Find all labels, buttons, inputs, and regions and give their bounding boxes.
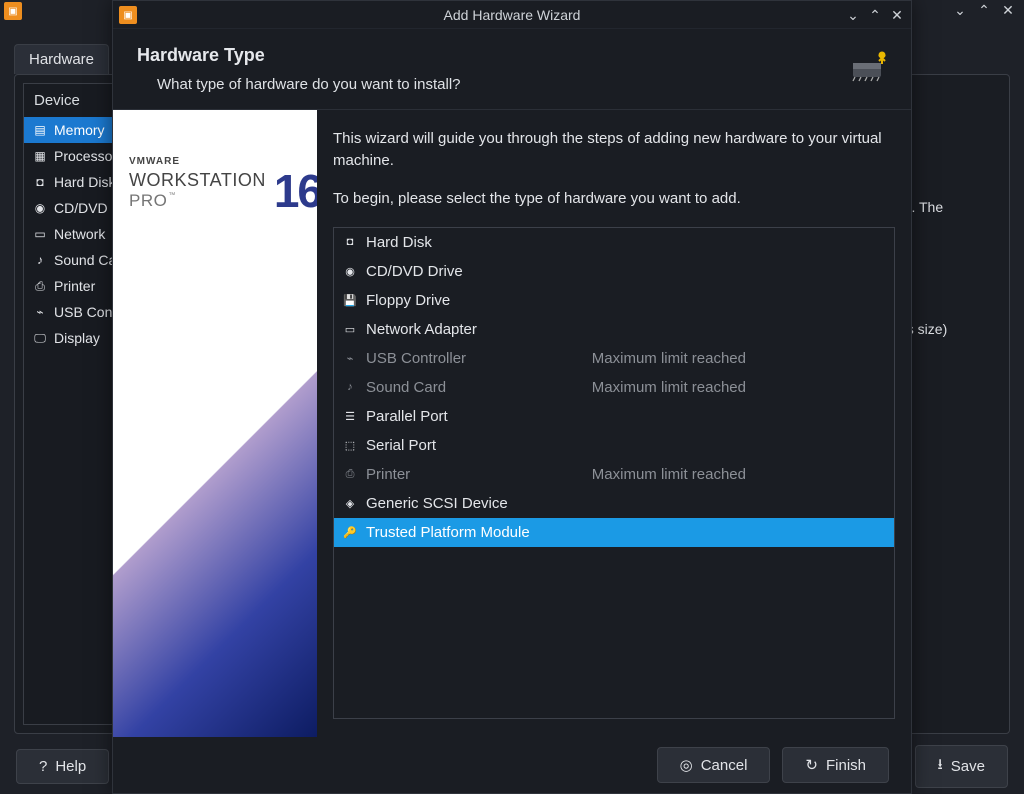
hardware-type-label: Trusted Platform Module [366,524,530,541]
brand-vmware: VMWARE [129,156,180,167]
help-icon: ? [39,758,47,775]
intro-text: To begin, please select the type of hard… [333,188,895,210]
hardware-type-trusted-platform-module[interactable]: 🔑 Trusted Platform Module [334,518,894,547]
hardware-type-cd-dvd-drive[interactable]: ◉ CD/DVD Drive [334,257,894,286]
memory-icon: ▤ [32,122,48,138]
close-icon[interactable]: ✕ [887,5,907,25]
hardware-type-label: Sound Card [366,379,446,396]
hardware-type-hard-disk[interactable]: ◘ Hard Disk [334,228,894,257]
hardware-type-label: Parallel Port [366,408,448,425]
brand-workstation: WORKSTATION [129,170,266,191]
usb-icon: ⌁ [342,350,358,366]
add-hardware-wizard-dialog: ▣ Add Hardware Wizard ⌄ ⌃ ✕ Hardware Typ… [112,0,912,794]
hardware-type-note: Maximum limit reached [592,466,886,483]
refresh-icon: ↻ [805,756,818,774]
hardware-type-note: Maximum limit reached [592,379,886,396]
wizard-main: This wizard will guide you through the s… [317,110,911,737]
hardware-type-parallel-port[interactable]: ☰ Parallel Port [334,402,894,431]
wizard-body: VMWARE WORKSTATION PRO 16 This wizard wi… [113,109,911,737]
button-label: Finish [826,757,866,774]
sidebar-item-label: CD/DVD [54,200,108,216]
maximize-icon[interactable]: ⌃ [865,5,885,25]
printer-icon: ⎙ [32,278,48,294]
button-label: Help [55,758,86,775]
hardware-type-label: Hard Disk [366,234,432,251]
hardware-type-label: Serial Port [366,437,436,454]
minimize-icon[interactable]: ⌄ [950,0,970,20]
usb-icon: ⌁ [32,304,48,320]
close-icon[interactable]: ✕ [998,0,1018,20]
button-label: Cancel [701,757,748,774]
hardware-type-label: Printer [366,466,410,483]
sidebar-item-label: Memory [54,122,105,138]
sidebar-item-label: Processor [54,148,117,164]
help-button[interactable]: ? Help [16,749,109,784]
minimize-icon[interactable]: ⌄ [843,5,863,25]
wizard-titlebar: ▣ Add Hardware Wizard ⌄ ⌃ ✕ [113,1,911,29]
serial-icon: ⬚ [342,437,358,453]
intro-text: This wizard will guide you through the s… [333,128,895,172]
cd-dvd-icon: ◉ [32,200,48,216]
wizard-button-row: ◎ Cancel ↻ Finish [113,737,911,793]
sound-icon: ♪ [342,379,358,395]
floppy-icon: 💾 [342,292,358,308]
sidebar-item-label: Network [54,226,105,242]
button-label: Save [951,758,985,775]
hardware-type-list[interactable]: ◘ Hard Disk ◉ CD/DVD Drive 💾 Floppy Drive ▭ Net… [333,227,895,719]
wizard-heading: Hardware Type What type of hardware do y… [113,29,911,109]
hard-disk-icon: ◘ [32,174,48,190]
network-icon: ▭ [342,321,358,337]
tabs-row: Hardware [14,44,109,74]
hardware-type-printer: ⎙ Printer Maximum limit reached [334,460,894,489]
hardware-type-network-adapter[interactable]: ▭ Network Adapter [334,315,894,344]
sidebar-item-label: Display [54,330,100,346]
hardware-type-label: Generic SCSI Device [366,495,508,512]
brand-pro: PRO [129,191,175,210]
display-icon: 🖵 [32,330,48,346]
sidebar-item-label: Printer [54,278,95,294]
printer-icon: ⎙ [342,466,358,482]
network-icon: ▭ [32,226,48,242]
maximize-icon[interactable]: ⌃ [974,0,994,20]
hardware-type-generic-scsi-device[interactable]: ◈ Generic SCSI Device [334,489,894,518]
wizard-title: Add Hardware Wizard [444,7,581,23]
tab-hardware[interactable]: Hardware [14,44,109,74]
hardware-type-usb-controller: ⌁ USB Controller Maximum limit reached [334,344,894,373]
hardware-type-label: USB Controller [366,350,466,367]
hardware-type-label: Floppy Drive [366,292,450,309]
hardware-type-label: Network Adapter [366,321,477,338]
parallel-icon: ☰ [342,408,358,424]
cd-dvd-icon: ◉ [342,263,358,279]
sidebar-item-label: Hard Disk [54,174,115,190]
heading: Hardware Type [137,45,887,66]
hard-disk-icon: ◘ [342,234,358,250]
hardware-type-label: CD/DVD Drive [366,263,463,280]
hardware-type-serial-port[interactable]: ⬚ Serial Port [334,431,894,460]
hardware-type-floppy-drive[interactable]: 💾 Floppy Drive [334,286,894,315]
sound-icon: ♪ [32,252,48,268]
processor-icon: ▦ [32,148,48,164]
hardware-type-note: Maximum limit reached [592,350,886,367]
cancel-button[interactable]: ◎ Cancel [657,747,771,783]
brand-version: 16 [274,170,317,214]
app-icon: ▣ [119,6,137,24]
tpm-icon: 🔑 [342,524,358,540]
scsi-icon: ◈ [342,495,358,511]
download-icon: ⭳ [938,754,943,779]
cancel-icon: ◎ [680,756,693,774]
subheading: What type of hardware do you want to ins… [137,66,887,101]
save-button[interactable]: ⭳ Save [915,745,1008,788]
wizard-brand-sidebar: VMWARE WORKSTATION PRO 16 [113,110,317,737]
hardware-chip-icon [849,51,889,83]
finish-button[interactable]: ↻ Finish [782,747,889,783]
hardware-type-sound-card: ♪ Sound Card Maximum limit reached [334,373,894,402]
